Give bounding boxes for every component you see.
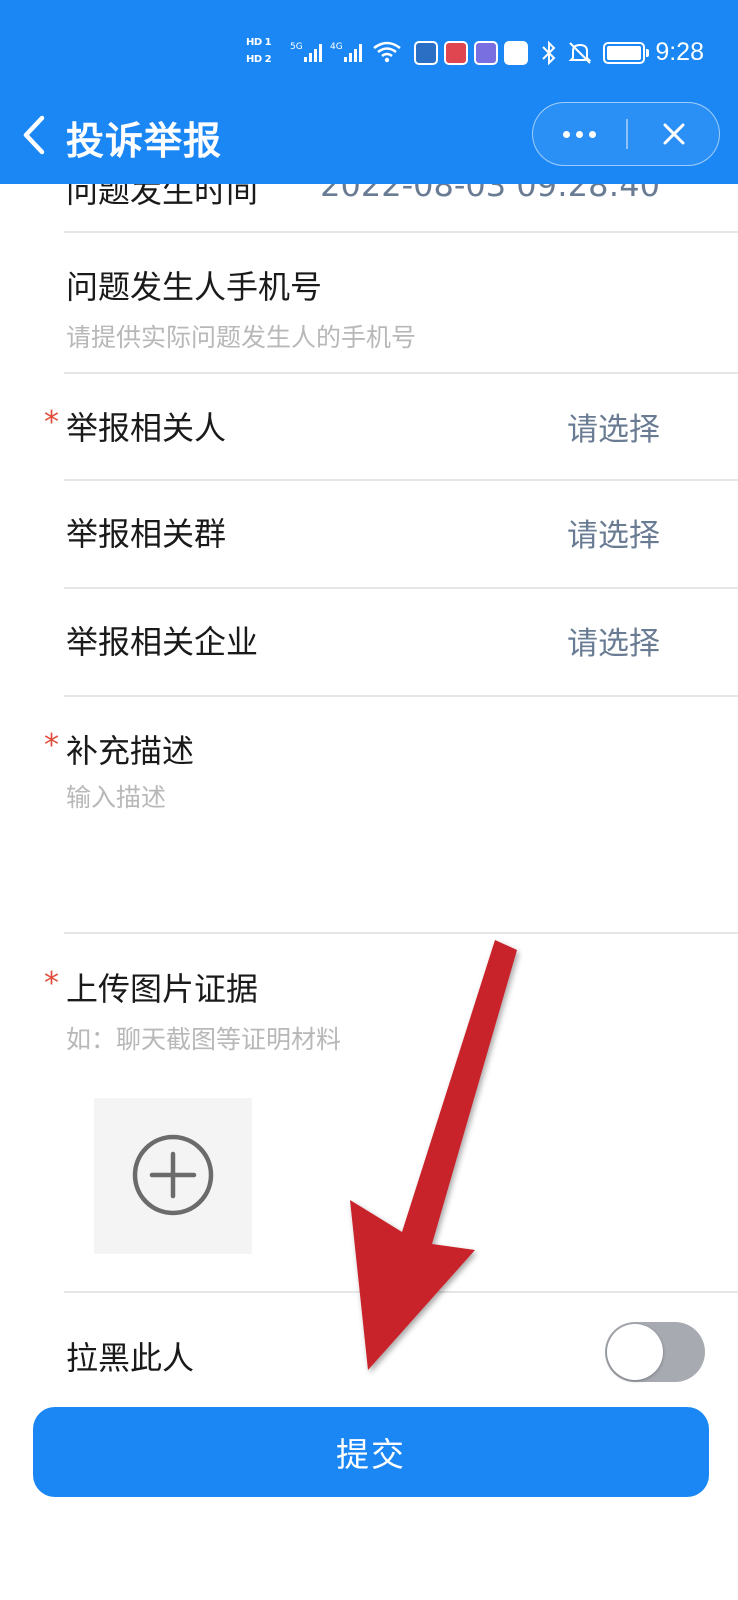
mini-program-capsule xyxy=(532,102,720,166)
wifi-icon xyxy=(373,41,401,63)
book-icon xyxy=(444,41,468,65)
divider xyxy=(64,479,738,481)
mute-icon xyxy=(568,41,592,64)
back-icon[interactable] xyxy=(18,112,52,158)
page-title: 投诉举报 xyxy=(66,119,223,163)
more-dots-icon[interactable] xyxy=(533,103,625,165)
app-icon xyxy=(414,41,438,65)
related-group-label: 举报相关群 xyxy=(66,515,227,553)
bluetooth-icon xyxy=(542,40,556,65)
qq-icon xyxy=(504,41,528,65)
divider xyxy=(64,695,738,697)
upload-hint: 如：聊天截图等证明材料 xyxy=(66,1025,342,1054)
app-header: HD 1 HD 2 5G 4G 9:28 投诉举报 xyxy=(0,0,738,184)
required-mark: * xyxy=(44,728,59,763)
status-bar: HD 1 HD 2 5G 4G 9:28 xyxy=(0,30,738,78)
related-group-select[interactable]: 请选择 xyxy=(567,510,660,555)
divider xyxy=(64,587,738,589)
divider xyxy=(64,932,738,934)
related-company-label: 举报相关企业 xyxy=(66,623,259,661)
svg-text:5G: 5G xyxy=(290,42,303,52)
add-circle-icon xyxy=(132,1134,214,1216)
required-mark: * xyxy=(44,405,59,440)
add-image-button[interactable] xyxy=(94,1098,252,1254)
divider xyxy=(64,372,738,374)
red-arrow-annotation xyxy=(350,940,517,1370)
block-user-label: 拉黑此人 xyxy=(66,1339,195,1377)
signal-icon: 4G xyxy=(330,42,362,62)
app-notification-icons xyxy=(414,41,528,65)
phone-label: 问题发生人手机号 xyxy=(66,268,323,306)
related-company-select[interactable]: 请选择 xyxy=(567,618,660,663)
svg-text:4G: 4G xyxy=(330,42,343,52)
toggle-knob xyxy=(607,1324,663,1380)
clock: 9:28 xyxy=(655,38,704,66)
submit-button[interactable]: 提交 xyxy=(33,1407,709,1497)
hd-icon: HD 1 HD 2 xyxy=(246,37,272,65)
status-right: 9:28 xyxy=(541,38,704,67)
divider xyxy=(64,231,738,233)
capsule-divider xyxy=(626,119,628,149)
close-icon[interactable] xyxy=(629,103,719,165)
upload-label: 上传图片证据 xyxy=(66,970,259,1008)
related-person-select[interactable]: 请选择 xyxy=(567,404,660,449)
description-textarea[interactable]: 输入描述 xyxy=(66,778,666,908)
description-label: 补充描述 xyxy=(66,732,195,770)
related-person-label: 举报相关人 xyxy=(66,409,227,447)
music-icon xyxy=(474,41,498,65)
block-user-toggle[interactable] xyxy=(605,1322,705,1382)
battery-icon xyxy=(603,41,650,64)
signal-icon: 5G xyxy=(290,42,322,62)
phone-input[interactable]: 请提供实际问题发生人的手机号 xyxy=(66,318,416,354)
required-mark: * xyxy=(44,966,59,1001)
